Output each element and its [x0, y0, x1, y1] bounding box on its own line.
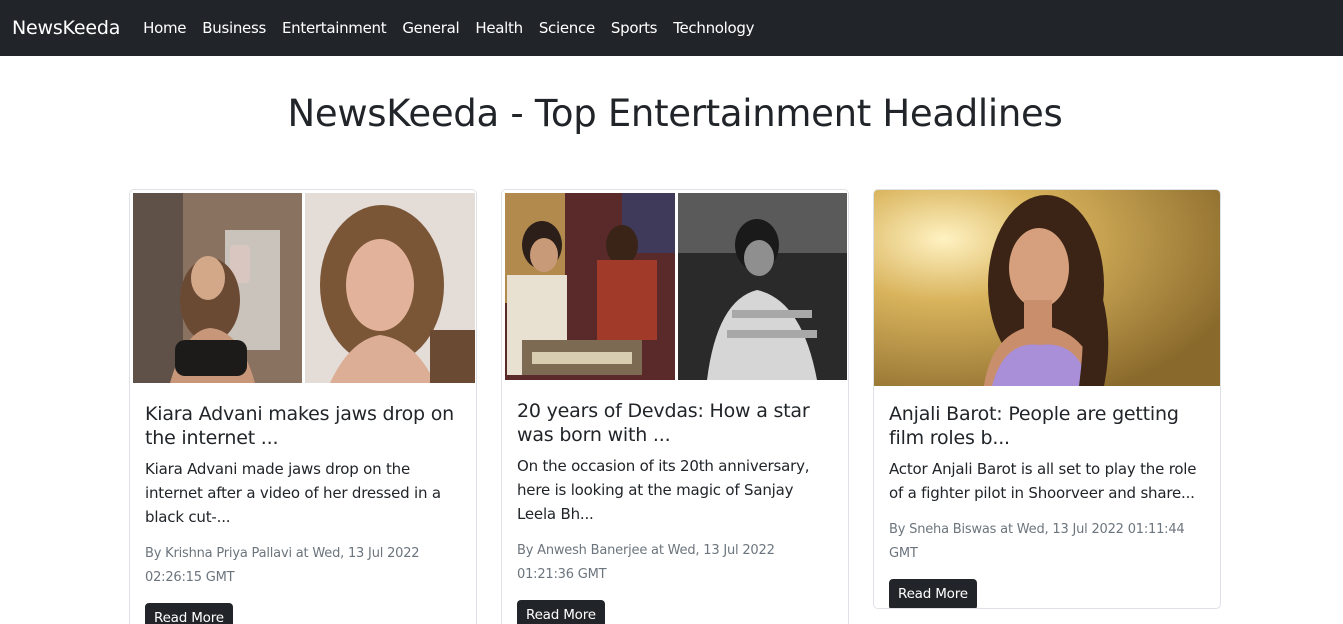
nav-item-science[interactable]: Science [539, 19, 595, 37]
news-card: Anjali Barot: People are getting film ro… [873, 189, 1221, 609]
page-title: NewsKeeda - Top Entertainment Headlines [287, 92, 1063, 135]
news-photo [502, 190, 848, 383]
news-card-body: Anjali Barot: People are getting film ro… [889, 402, 1205, 608]
nav-item-business[interactable]: Business [202, 19, 266, 37]
news-card-description: Kiara Advani made jaws drop on the inter… [145, 460, 441, 526]
read-more-button[interactable]: Read More [889, 579, 977, 608]
news-card-description: On the occasion of its 20th anniversary,… [517, 457, 810, 523]
news-card-title: Kiara Advani makes jaws drop on the inte… [145, 403, 454, 449]
news-card-description: Actor Anjali Barot is all set to play th… [889, 460, 1197, 502]
news-card-meta: By Anwesh Banerjee at Wed, 13 Jul 2022 0… [517, 543, 775, 582]
nav-item-health[interactable]: Health [475, 19, 523, 37]
read-more-button[interactable]: Read More [517, 600, 605, 624]
nav-item-entertainment[interactable]: Entertainment [282, 19, 387, 37]
nav-item-general[interactable]: General [402, 19, 459, 37]
navbar: NewsKeeda Home Business Entertainment Ge… [0, 0, 1343, 56]
news-card-image [130, 190, 476, 386]
nav-item-sports[interactable]: Sports [611, 19, 658, 37]
read-more-button[interactable]: Read More [145, 603, 233, 624]
news-photo [874, 190, 1220, 386]
news-card-body: Kiara Advani makes jaws drop on the inte… [145, 402, 461, 624]
brand-link[interactable]: NewsKeeda [12, 17, 120, 39]
news-card: 20 years of Devdas: How a star was born … [501, 189, 849, 624]
nav-item-technology[interactable]: Technology [673, 19, 754, 37]
news-card-meta: By Krishna Priya Pallavi at Wed, 13 Jul … [145, 546, 420, 585]
news-card: Kiara Advani makes jaws drop on the inte… [129, 189, 477, 624]
news-card-title: Anjali Barot: People are getting film ro… [889, 403, 1179, 449]
news-card-image [502, 190, 848, 383]
news-card-body: 20 years of Devdas: How a star was born … [517, 399, 833, 624]
news-card-title: 20 years of Devdas: How a star was born … [517, 400, 810, 446]
news-card-image [874, 190, 1220, 386]
nav-item-home[interactable]: Home [143, 19, 186, 37]
news-photo [130, 190, 476, 386]
news-card-meta: By Sneha Biswas at Wed, 13 Jul 2022 01:1… [889, 522, 1185, 561]
